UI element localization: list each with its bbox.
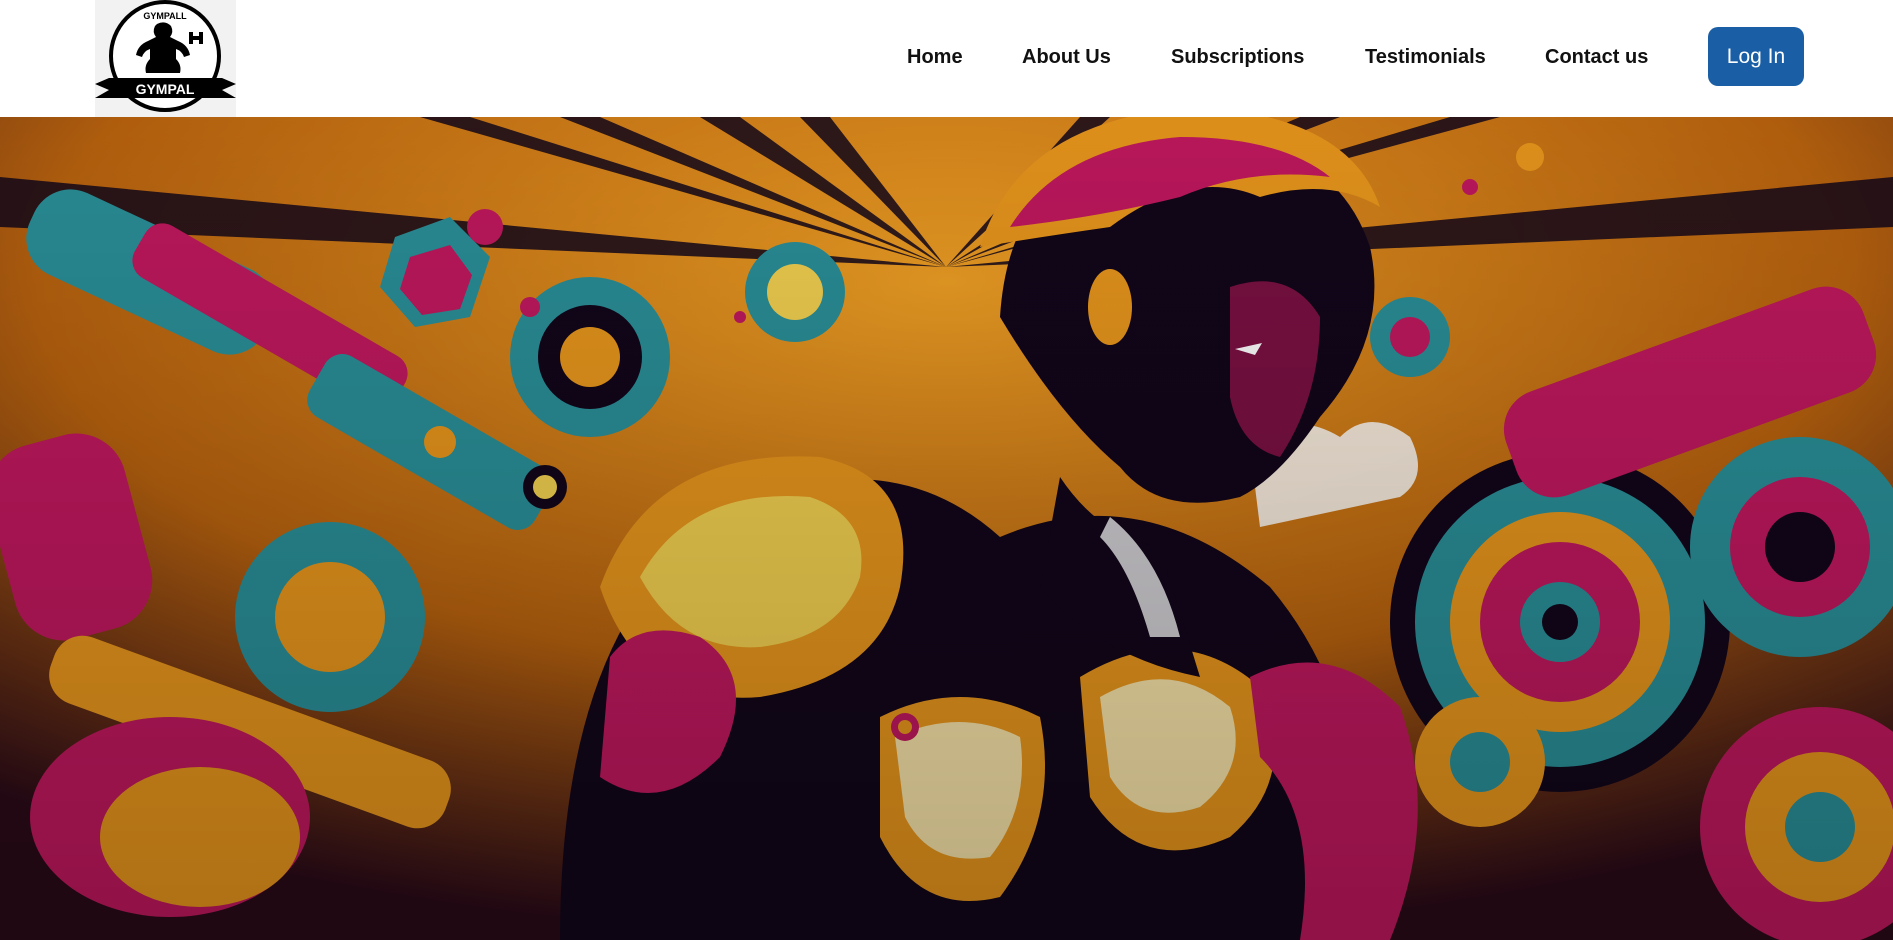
login-button[interactable]: Log In xyxy=(1708,27,1804,86)
nav-subscriptions[interactable]: Subscriptions xyxy=(1171,44,1304,70)
nav-about-us[interactable]: About Us xyxy=(1022,44,1111,70)
nav-home[interactable]: Home xyxy=(907,44,963,70)
navbar: GYMPALL GYMPAL Home About Us Subscriptio… xyxy=(0,0,1893,117)
nav-contact-us[interactable]: Contact us xyxy=(1545,44,1648,70)
main-nav: Home About Us Subscriptions Testimonials… xyxy=(0,0,1893,117)
hero-illustration xyxy=(0,117,1893,940)
hero-banner xyxy=(0,117,1893,940)
nav-testimonials[interactable]: Testimonials xyxy=(1365,44,1486,70)
